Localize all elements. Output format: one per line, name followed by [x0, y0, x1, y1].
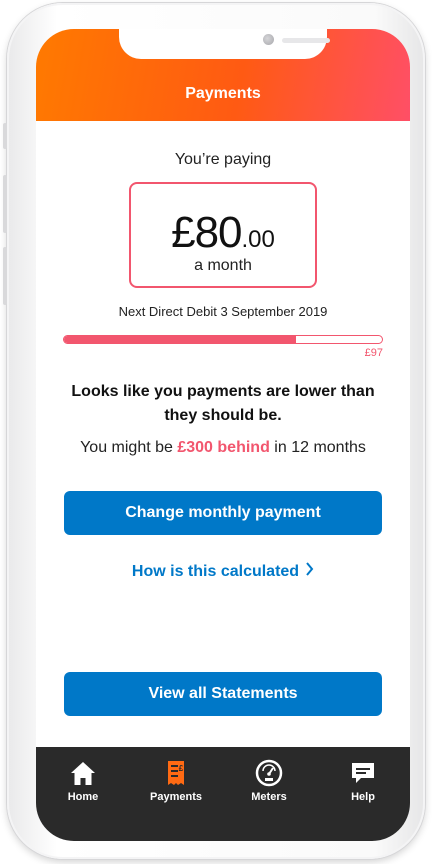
tab-meters[interactable]: Meters [234, 759, 304, 803]
tab-payments[interactable]: £ Payments [141, 759, 211, 803]
payment-period: a month [194, 257, 252, 274]
home-icon [71, 762, 95, 785]
tab-payments-label: Payments [150, 791, 202, 803]
camera [263, 34, 274, 45]
payment-amount: £80.00 [131, 208, 315, 258]
app-screen: Payments You’re paying £80.00 a month Ne… [36, 29, 410, 841]
paying-label: You’re paying [174, 151, 272, 168]
progress-target-label: £97 [364, 347, 383, 359]
header: Payments [36, 29, 410, 121]
warning-headline: Looks like you payments are lower than t… [71, 383, 375, 424]
behind-message: You might be £300 behind in 12 months [36, 439, 410, 457]
svg-text:£: £ [179, 764, 184, 773]
amount-decimal: .00 [241, 226, 275, 253]
page-title: Payments [185, 85, 261, 102]
how-calculated-link[interactable]: How is this calculated [36, 562, 410, 581]
payment-progress-bar [63, 335, 383, 344]
behind-suffix: in 12 months [274, 439, 366, 456]
chevron-right-icon [305, 562, 314, 581]
volume-up-button [3, 175, 7, 233]
behind-prefix: You might be [80, 439, 173, 456]
view-all-statements-button[interactable]: View all Statements [64, 672, 382, 716]
change-monthly-payment-button[interactable]: Change monthly payment [64, 491, 382, 535]
notch [119, 29, 330, 59]
tab-help-label: Help [351, 791, 375, 803]
behind-amount: £300 behind [177, 439, 270, 456]
tab-home[interactable]: Home [48, 759, 118, 803]
progress-fill [64, 336, 297, 343]
chat-bubble-icon [352, 763, 374, 783]
tab-help[interactable]: Help [328, 759, 398, 803]
how-calculated-label: How is this calculated [131, 563, 300, 580]
amount-main: £80 [171, 208, 242, 257]
bottom-tab-bar: Home £ Payments Meters Help [36, 747, 410, 841]
tab-meters-label: Meters [251, 791, 287, 803]
tab-home-label: Home [67, 791, 99, 803]
payments-icon: £ [168, 761, 184, 785]
meter-gauge-icon [255, 759, 283, 787]
phone-frame: Payments You’re paying £80.00 a month Ne… [3, 3, 425, 859]
next-direct-debit: Next Direct Debit 3 September 2019 [118, 304, 328, 319]
mute-switch [3, 123, 7, 149]
payment-amount-card: £80.00 a month [129, 182, 317, 288]
speaker-grille [282, 38, 330, 43]
volume-down-button [3, 247, 7, 305]
